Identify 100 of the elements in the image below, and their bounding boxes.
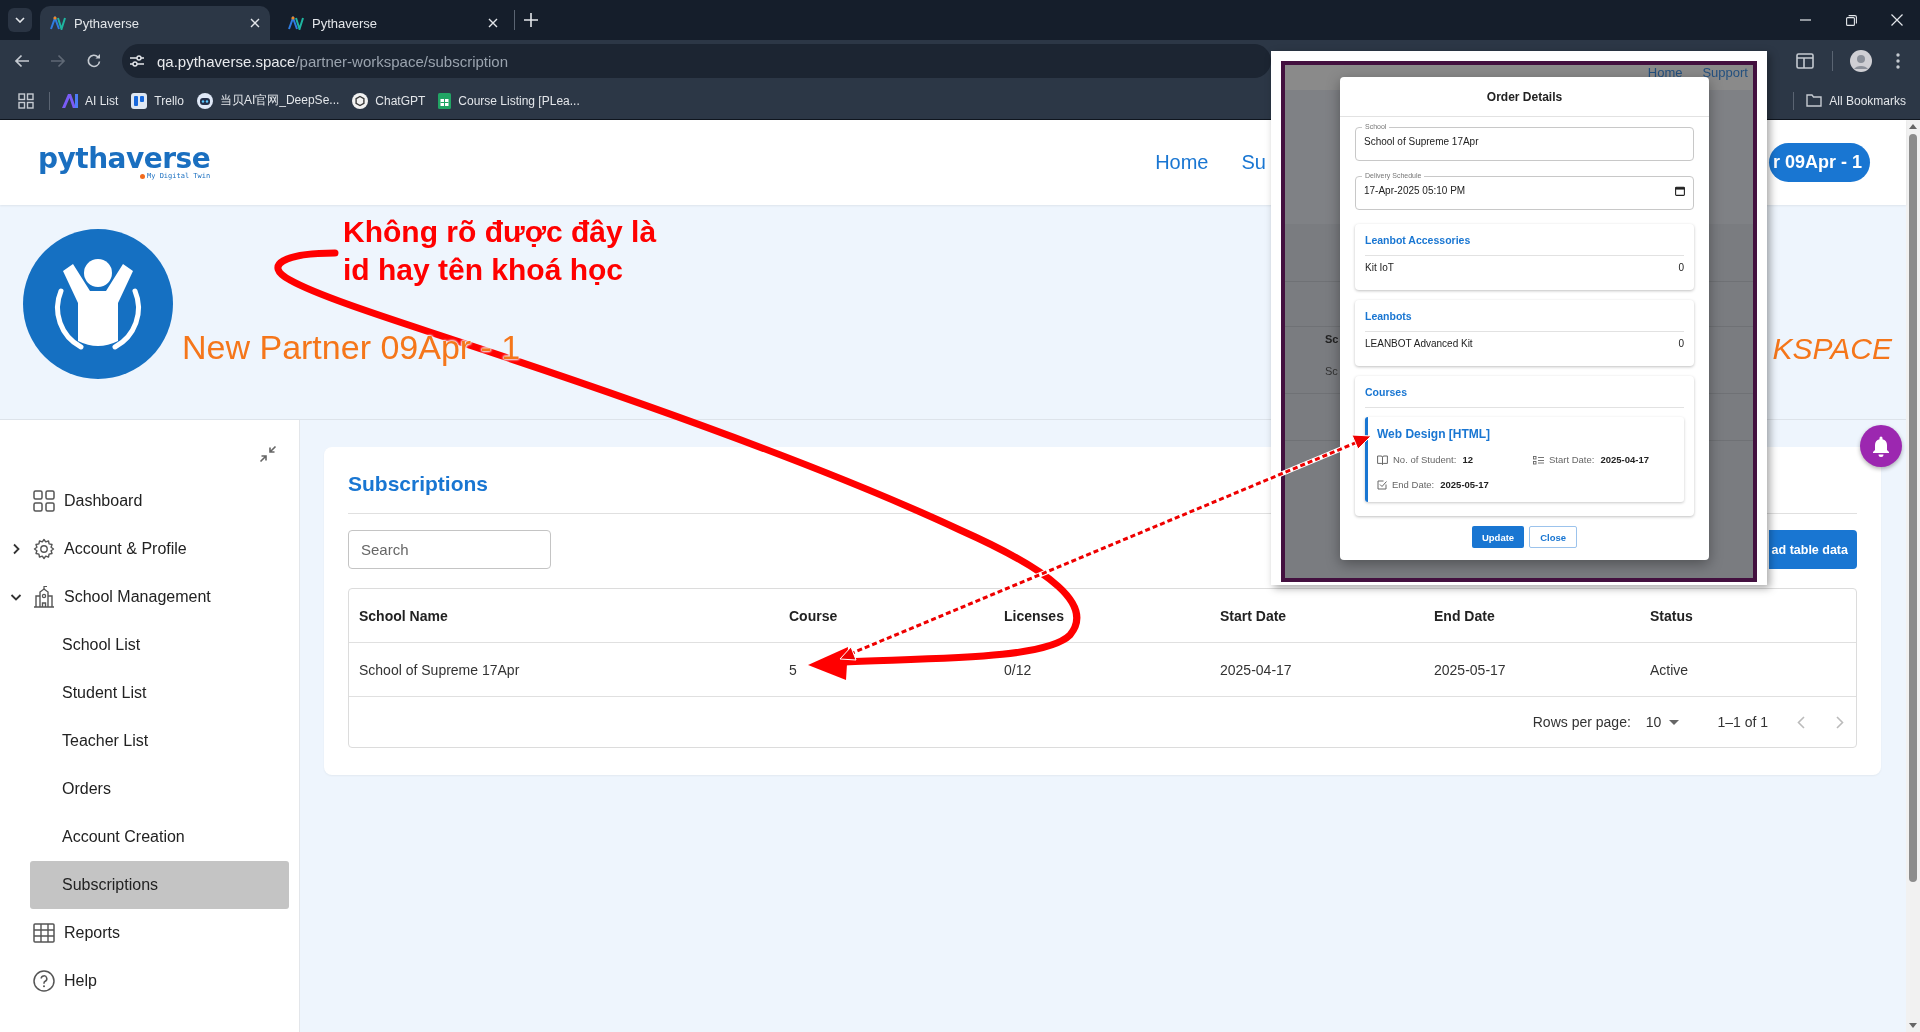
sidebar-item[interactable]: School Management (0, 573, 299, 621)
stat-value: 2025-05-17 (1440, 478, 1489, 492)
bookmark[interactable]: AI List (62, 93, 119, 108)
stat-label: End Date: (1392, 478, 1435, 492)
gear-icon (33, 538, 55, 560)
item-name: LEANBOT Advanced Kit (1365, 337, 1473, 351)
section-title: Leanbot Accessories (1365, 233, 1472, 248)
sidebar-item[interactable]: Dashboard (0, 477, 299, 525)
annotation-note: Không rõ được đây là id hay tên khoá học (343, 214, 657, 288)
stat-label: No. of Student: (1393, 453, 1457, 467)
sidebar-item[interactable]: Account Creation (30, 813, 289, 861)
minimize-icon[interactable] (1799, 19, 1811, 21)
scrollbar-thumb[interactable] (1909, 134, 1917, 882)
sidebar-item[interactable]: Subscriptions (30, 861, 289, 909)
side-panel-icon[interactable] (1796, 53, 1814, 69)
caret-down-icon (1669, 719, 1680, 725)
table-text: Sc (1325, 365, 1338, 377)
bookmark[interactable]: Trello (131, 92, 184, 109)
restore-icon[interactable] (1845, 14, 1857, 26)
section-title: Leanbots (1365, 309, 1413, 324)
table-text: Sc (1325, 333, 1339, 345)
address-bar[interactable]: qa.pythaverse.space/partner-workspace/subscription (122, 44, 1271, 78)
rows-per-page-label: Rows per page: (1532, 714, 1631, 730)
item-quantity: 0 (1678, 261, 1684, 275)
back-icon[interactable] (14, 54, 30, 68)
workspace-title: KSPACE (1772, 331, 1892, 367)
account-button[interactable]: r 09Apr - 1 (1768, 143, 1870, 182)
close-icon[interactable] (1891, 14, 1903, 26)
book-icon (1377, 455, 1388, 465)
item-name: Kit IoT (1365, 261, 1394, 275)
course-title[interactable]: Web Design [HTML] (1377, 426, 1674, 442)
site-info-icon[interactable] (129, 54, 145, 68)
section-title: Courses (1365, 385, 1408, 400)
page-range: 1–1 of 1 (1717, 714, 1768, 730)
dot-icon (140, 174, 145, 179)
grid-icon (33, 490, 55, 512)
column-header[interactable]: End Date (1424, 607, 1640, 624)
browser-tab[interactable]: Pythaverse (40, 6, 270, 40)
nav-link[interactable]: Home (1155, 151, 1209, 174)
rows-per-page-select[interactable]: 10 (1645, 714, 1680, 730)
calendar-icon[interactable] (1675, 186, 1685, 196)
column-header[interactable]: School Name (349, 607, 779, 624)
help-icon (33, 970, 55, 992)
table-cell-text: Active (1649, 661, 1690, 678)
ai-logo-icon (62, 93, 78, 108)
stat-label: Start Date: (1549, 453, 1595, 467)
table-cell-text: 2025-04-17 (1219, 661, 1293, 678)
bookmark[interactable]: 当贝AI官网_DeepSe... (196, 92, 340, 109)
hexagon-logo-icon (352, 92, 369, 109)
sidebar-item[interactable]: Help (0, 957, 299, 1005)
profile-icon[interactable] (1850, 50, 1872, 72)
table-icon (33, 922, 55, 944)
bookmark[interactable]: ChatGPT (352, 92, 426, 109)
update-button[interactable]: Update (1471, 526, 1525, 548)
column-header[interactable]: Course (779, 607, 994, 624)
sidebar-item[interactable]: Reports (0, 909, 299, 957)
table-cell-text: 2025-05-17 (1433, 661, 1507, 678)
sidebar-item[interactable]: School List (30, 621, 289, 669)
scroll-up-icon[interactable] (1909, 124, 1917, 129)
column-header[interactable]: Start Date (1210, 607, 1424, 624)
site-logo-icon (288, 16, 304, 30)
browser-tab[interactable]: Pythaverse (278, 6, 508, 40)
board-icon (131, 92, 148, 109)
close-button[interactable]: Close (1529, 526, 1578, 548)
reload-icon[interactable] (86, 53, 102, 69)
column-header[interactable]: Licenses (994, 607, 1210, 624)
table-cell-text: 5 (788, 661, 798, 678)
card-title: Subscriptions (348, 471, 489, 497)
sidebar-item[interactable]: Orders (30, 765, 289, 813)
tab-search-button[interactable] (8, 8, 32, 32)
logo-text[interactable]: pythaverse (38, 144, 211, 174)
stat-value: 2025-04-17 (1600, 453, 1650, 467)
checkbox-icon (1377, 480, 1387, 490)
list-icon (1533, 455, 1544, 465)
bookmark[interactable]: Course Listing [PLea... (438, 92, 580, 109)
chevron-down-icon (15, 17, 25, 23)
close-icon[interactable] (250, 18, 260, 28)
folder-icon (1806, 94, 1823, 107)
plus-icon[interactable] (524, 13, 538, 27)
item-quantity: 0 (1678, 337, 1684, 351)
sidebar-item[interactable]: Student List (30, 669, 289, 717)
robot-icon (196, 92, 213, 109)
site-logo-icon (50, 16, 66, 30)
download-button[interactable]: ad table data (1768, 530, 1857, 569)
scroll-down-icon[interactable] (1909, 1023, 1917, 1028)
spreadsheet-icon (438, 92, 452, 109)
dialog-title: Order Details (1486, 89, 1563, 104)
bell-icon (1871, 435, 1891, 457)
search-field[interactable]: Search (348, 530, 551, 569)
sidebar-item[interactable]: Account & Profile (0, 525, 299, 573)
column-header[interactable]: Status (1640, 607, 1856, 624)
nav-link[interactable]: Su (1241, 151, 1266, 174)
all-bookmarks-button[interactable]: All Bookmarks (1806, 93, 1906, 108)
apps-grid-icon[interactable] (18, 92, 34, 109)
avatar-icon (23, 229, 173, 379)
menu-icon[interactable] (1896, 53, 1900, 69)
collapse-icon[interactable] (259, 445, 277, 463)
stat-value: 12 (1462, 453, 1473, 467)
sidebar-item[interactable]: Teacher List (30, 717, 289, 765)
close-icon[interactable] (488, 18, 498, 28)
